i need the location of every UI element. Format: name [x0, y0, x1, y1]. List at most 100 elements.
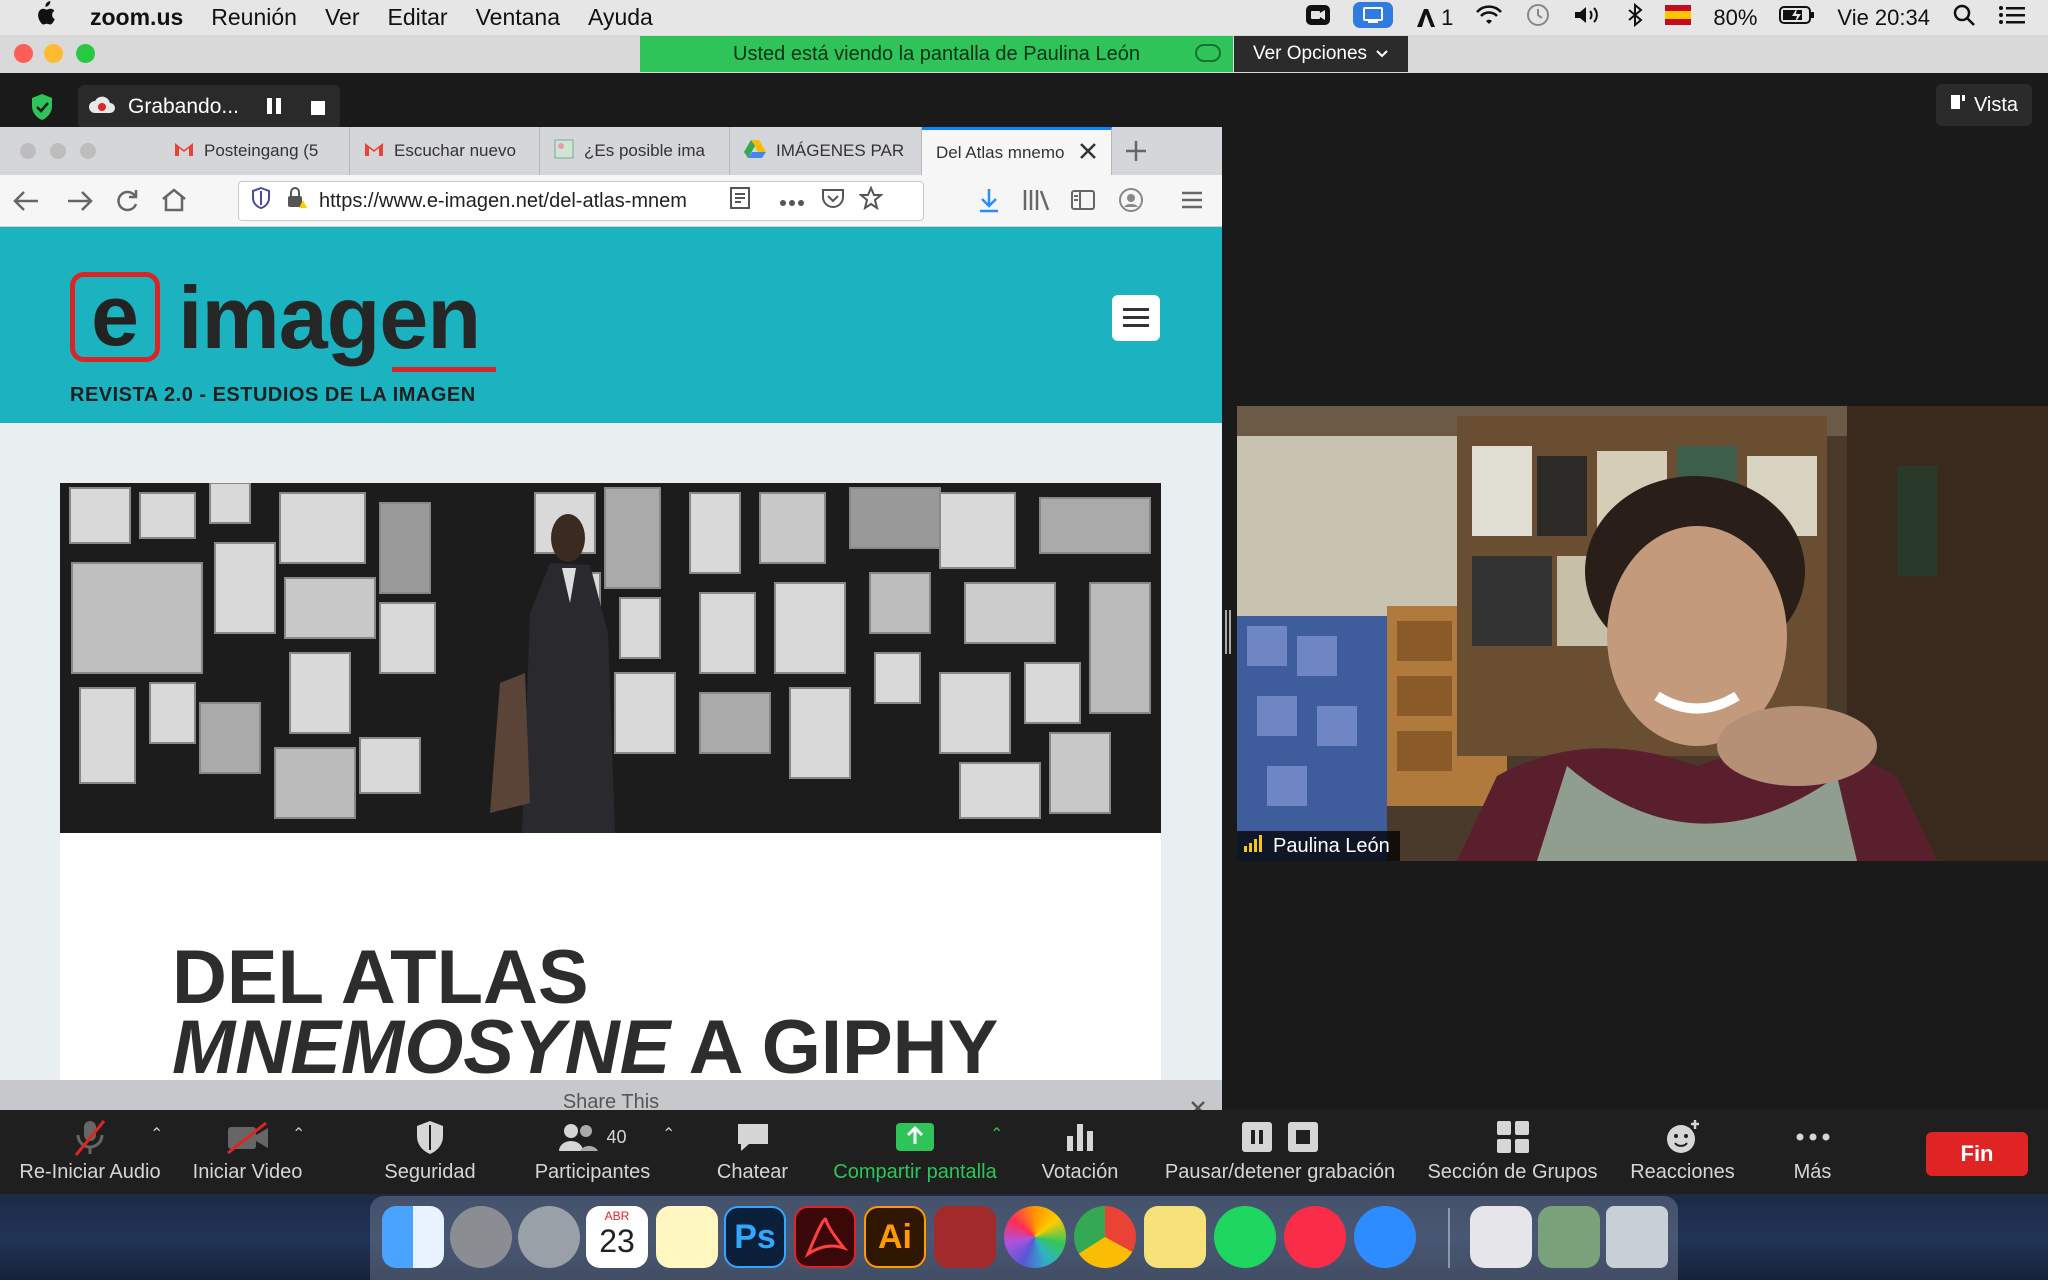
- chat-button[interactable]: Chatear: [700, 1110, 805, 1194]
- tab-escuchar[interactable]: Escuchar nuevo: [350, 127, 540, 175]
- splitter-handle[interactable]: [1225, 610, 1231, 654]
- browser-minimize-dot[interactable]: [50, 143, 66, 159]
- tab-del-atlas[interactable]: Del Atlas mnemo: [922, 127, 1112, 175]
- preview-icon[interactable]: [1538, 1206, 1600, 1268]
- notes-icon[interactable]: [656, 1206, 718, 1268]
- apple-icon[interactable]: [0, 1, 76, 34]
- launchpad-icon[interactable]: [518, 1206, 580, 1268]
- zoom-status-icon[interactable]: [1305, 4, 1331, 32]
- music-icon[interactable]: [1284, 1206, 1346, 1268]
- share-screen-button[interactable]: Compartir pantalla: [825, 1110, 1005, 1194]
- menu-editar[interactable]: Editar: [374, 4, 462, 31]
- menu-ayuda[interactable]: Ayuda: [574, 4, 667, 31]
- reload-icon[interactable]: [114, 188, 140, 219]
- calendar-icon[interactable]: ABR 23: [586, 1206, 648, 1268]
- tab-es-posible[interactable]: ¿Es posible ima: [540, 127, 730, 175]
- participant-video[interactable]: [1237, 406, 2048, 861]
- back-icon[interactable]: [12, 189, 40, 218]
- tracking-shield-icon[interactable]: [251, 186, 271, 215]
- reader-view-icon[interactable]: [729, 186, 751, 216]
- finder-icon[interactable]: [382, 1206, 444, 1268]
- stop-recording-icon[interactable]: [310, 98, 326, 122]
- flag-es-icon[interactable]: [1665, 4, 1692, 32]
- menu-reunion[interactable]: Reunión: [197, 4, 311, 31]
- wifi-icon[interactable]: [1475, 4, 1503, 32]
- menu-icon[interactable]: [1180, 189, 1204, 216]
- reactions-button[interactable]: Reacciones: [1620, 1110, 1745, 1194]
- downloads-icon[interactable]: [978, 187, 1000, 218]
- participants-options-caret[interactable]: ⌃: [662, 1124, 675, 1144]
- photo-booth-icon[interactable]: [934, 1206, 996, 1268]
- close-window-button[interactable]: [14, 44, 33, 63]
- article-title-em: MNEMOSYNE: [172, 1005, 671, 1090]
- spotify-icon[interactable]: [1214, 1206, 1276, 1268]
- lock-warning-icon[interactable]: [285, 186, 307, 216]
- time-machine-icon[interactable]: [1525, 2, 1551, 34]
- vista-button[interactable]: Vista: [1936, 84, 2032, 126]
- menu-ventana[interactable]: Ventana: [462, 4, 574, 31]
- security-button[interactable]: Seguridad: [370, 1110, 490, 1194]
- photos-icon[interactable]: [1004, 1206, 1066, 1268]
- stickies-icon[interactable]: [1144, 1206, 1206, 1268]
- photoshop-icon[interactable]: Ps: [724, 1206, 786, 1268]
- recording-indicator: Grabando...: [78, 85, 340, 129]
- volume-icon[interactable]: [1573, 4, 1605, 32]
- article-title[interactable]: DEL ATLAS MNEMOSYNE A GIPHY: [172, 940, 998, 1086]
- bookmark-star-icon[interactable]: [858, 185, 884, 216]
- breakout-rooms-button[interactable]: Sección de Grupos: [1420, 1110, 1605, 1194]
- close-tab-icon[interactable]: [1079, 142, 1097, 165]
- audio-options-caret[interactable]: ⌃: [150, 1124, 163, 1144]
- sidebar-icon[interactable]: [1070, 189, 1096, 216]
- forward-icon[interactable]: [66, 189, 94, 218]
- shield-icon[interactable]: [22, 88, 62, 126]
- library-icon[interactable]: [1022, 188, 1050, 217]
- record-controls-button[interactable]: Pausar/detener grabación: [1150, 1110, 1410, 1194]
- end-meeting-button[interactable]: Fin: [1926, 1132, 2028, 1176]
- notification-center-icon[interactable]: [1998, 4, 2026, 32]
- music-folder-icon[interactable]: [1470, 1206, 1532, 1268]
- video-options-caret[interactable]: ⌃: [292, 1124, 305, 1144]
- more-label: Más: [1793, 1161, 1832, 1183]
- share-options-caret[interactable]: ⌃: [990, 1124, 1003, 1144]
- browser-close-dot[interactable]: [20, 143, 36, 159]
- view-options-button[interactable]: Ver Opciones: [1234, 36, 1408, 72]
- account-icon[interactable]: [1118, 187, 1144, 218]
- zoom-icon[interactable]: [1354, 1206, 1416, 1268]
- tab-posteingang[interactable]: Posteingang (5: [160, 127, 350, 175]
- logo-wordmark[interactable]: imagen: [178, 267, 481, 369]
- close-share-icon[interactable]: [1190, 1088, 1206, 1110]
- share-this-bar[interactable]: Share This: [0, 1080, 1222, 1110]
- video-button[interactable]: Iniciar Video: [180, 1110, 315, 1194]
- battery-icon[interactable]: [1779, 5, 1815, 31]
- more-button[interactable]: Más: [1770, 1110, 1855, 1194]
- url-bar[interactable]: https://www.e-imagen.net/del-atlas-mnem: [238, 181, 924, 221]
- site-menu-button[interactable]: [1112, 295, 1160, 341]
- pocket-icon[interactable]: [821, 187, 845, 215]
- search-icon[interactable]: [1952, 3, 1976, 33]
- chrome-icon[interactable]: [1074, 1206, 1136, 1268]
- maximize-window-button[interactable]: [76, 44, 95, 63]
- acrobat-icon[interactable]: [794, 1206, 856, 1268]
- page-actions-icon[interactable]: [779, 190, 805, 213]
- tab-imagenes[interactable]: IMÁGENES PAR: [730, 127, 922, 175]
- adobe-icon[interactable]: 1: [1415, 5, 1453, 31]
- trash-icon[interactable]: [1606, 1206, 1668, 1268]
- menu-ver[interactable]: Ver: [311, 4, 374, 31]
- poll-button[interactable]: Votación: [1030, 1110, 1130, 1194]
- cloud-record-icon: [88, 94, 116, 120]
- adobe-badge: 1: [1441, 4, 1454, 30]
- audio-button[interactable]: Re-Iniciar Audio: [10, 1110, 170, 1194]
- bluetooth-icon[interactable]: [1627, 2, 1643, 33]
- screen-share-icon[interactable]: [1353, 1, 1394, 35]
- clock[interactable]: Vie 20:34: [1837, 5, 1930, 31]
- logo-e[interactable]: e: [70, 272, 160, 362]
- new-tab-icon[interactable]: [1124, 139, 1148, 168]
- minimize-window-button[interactable]: [44, 44, 63, 63]
- browser-zoom-dot[interactable]: [80, 143, 96, 159]
- system-preferences-icon[interactable]: [450, 1206, 512, 1268]
- pause-recording-icon[interactable]: [266, 97, 282, 121]
- illustrator-icon[interactable]: Ai: [864, 1206, 926, 1268]
- app-menu[interactable]: zoom.us: [76, 4, 197, 31]
- participants-button[interactable]: 40 Participantes: [520, 1110, 665, 1194]
- home-icon[interactable]: [160, 187, 188, 218]
